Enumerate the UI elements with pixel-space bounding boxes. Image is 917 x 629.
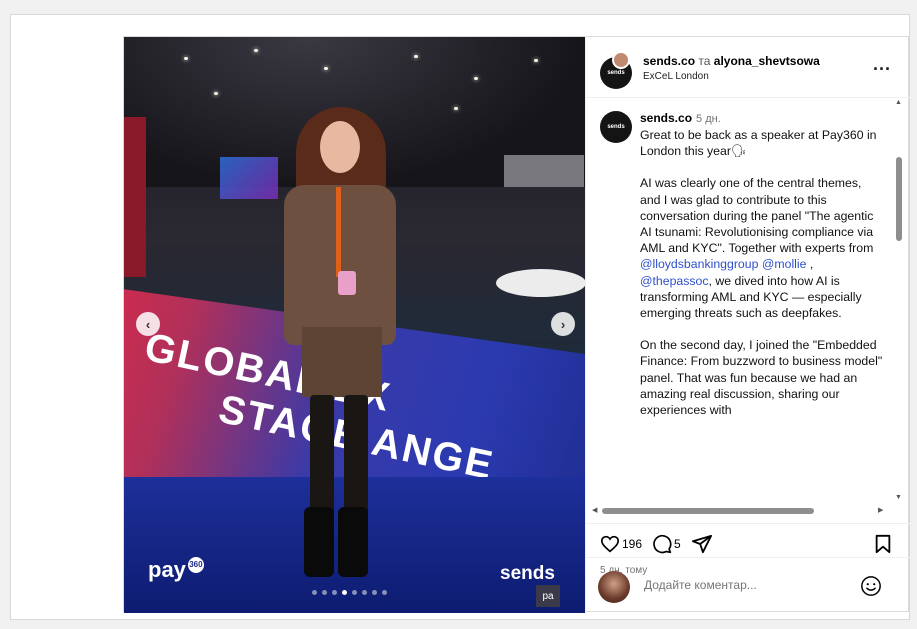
post-authors: sends.co та alyona_shevtsowa [643, 54, 820, 68]
mention-link[interactable]: @thepassoc [640, 274, 709, 288]
caption-time: 5 дн. [696, 113, 721, 125]
ceiling-light [184, 57, 188, 60]
ceiling-light [324, 67, 328, 70]
ceiling-light [254, 49, 258, 52]
author-separator: та [698, 54, 711, 68]
like-count[interactable]: 196 [622, 537, 642, 551]
caption-header: sends.co 5 дн. [640, 111, 721, 125]
scroll-right-icon[interactable]: ▶ [878, 506, 883, 514]
slide-dot [322, 590, 327, 595]
comment-icon[interactable] [652, 534, 672, 554]
ceiling-light [214, 92, 218, 95]
booth-red [124, 117, 146, 277]
chevron-left-icon: ‹ [145, 316, 151, 332]
avatar-text: sends [607, 124, 625, 130]
table [496, 269, 585, 297]
caption-text-run: , [806, 257, 814, 272]
heart-icon[interactable] [600, 535, 620, 553]
scroll-thumb[interactable] [896, 157, 902, 241]
slide-dot [312, 590, 317, 595]
vertical-scrollbar[interactable]: ▲ ▼ [893, 99, 905, 505]
caption-paragraph: AI was clearly one of the central themes… [640, 175, 884, 321]
slide-dot [382, 590, 387, 595]
share-icon[interactable] [691, 534, 713, 554]
next-slide-button[interactable]: › [551, 312, 575, 336]
person-face [320, 121, 360, 173]
slide-indicator [312, 590, 387, 595]
pa-logo: pa [536, 585, 560, 607]
location-link[interactable]: ExCeL London [643, 71, 709, 82]
user-avatar [598, 571, 630, 603]
mention-link[interactable]: @mollie [762, 257, 807, 271]
ceiling-light [474, 77, 478, 80]
person-boot [338, 507, 368, 577]
pay360-logo-text: pay [148, 557, 186, 582]
slide-dot-active [342, 590, 347, 595]
scroll-down-icon[interactable]: ▼ [895, 494, 902, 501]
slide-dot [362, 590, 367, 595]
caption-text: Great to be back as a speaker at Pay360 … [640, 127, 884, 434]
post-sidebar: sends sends.co та alyona_shevtsowa ExCeL… [585, 37, 911, 613]
scroll-up-icon[interactable]: ▲ [895, 99, 902, 106]
horizontal-scrollbar[interactable]: ◀ ▶ [592, 505, 892, 517]
caption-text-run: AI was clearly one of the central themes… [640, 176, 874, 256]
avatar-text: sends [607, 70, 625, 76]
slide-dot [332, 590, 337, 595]
ceiling-light [454, 107, 458, 110]
action-row: 196 5 [600, 534, 713, 554]
person-phone [338, 271, 356, 295]
coauthor-link[interactable]: alyona_shevtsowa [714, 54, 820, 68]
slide-dot [352, 590, 357, 595]
caption-scroll-area[interactable]: sends sends.co 5 дн. Great to be back as … [586, 99, 911, 513]
mention-link[interactable]: @lloydsbankinggroup [640, 257, 758, 271]
author-link[interactable]: sends.co [643, 54, 695, 68]
sends-logo: sends [500, 563, 555, 584]
post-photo: GLOBAL EX STAGE ANGE ‹ › pay 360 sends pa [124, 37, 585, 613]
pay360-logo-sup: 360 [187, 557, 204, 573]
person-lanyard [336, 187, 341, 277]
comment-input[interactable] [644, 578, 844, 592]
booth-screen [220, 157, 278, 199]
scroll-thumb[interactable] [602, 508, 814, 514]
comment-bar [586, 557, 911, 613]
pay360-logo: pay 360 [148, 557, 204, 583]
scroll-left-icon[interactable]: ◀ [592, 506, 597, 514]
bookmark-icon[interactable] [874, 534, 892, 559]
caption-paragraph: On the second day, I joined the "Embedde… [640, 338, 883, 418]
booth-sign [504, 155, 584, 187]
ceiling-light [534, 59, 538, 62]
caption-paragraph: Great to be back as a speaker at Pay360 … [640, 128, 877, 159]
comment-count[interactable]: 5 [674, 537, 681, 551]
coauthor-avatar[interactable] [612, 51, 630, 69]
instagram-post: GLOBAL EX STAGE ANGE ‹ › pay 360 sends pa [123, 36, 911, 613]
slide-dot [372, 590, 377, 595]
person-boot [304, 507, 334, 577]
caption-author[interactable]: sends.co [640, 111, 692, 125]
prev-slide-button[interactable]: ‹ [136, 312, 160, 336]
post-header: sends sends.co та alyona_shevtsowa ExCeL… [586, 37, 911, 98]
more-options-icon[interactable]: ... [873, 54, 891, 75]
caption-author-avatar[interactable]: sends [600, 111, 632, 143]
chevron-right-icon: › [560, 316, 566, 332]
ceiling-light [414, 55, 418, 58]
emoji-icon[interactable] [860, 575, 882, 602]
person-skirt [302, 327, 382, 397]
